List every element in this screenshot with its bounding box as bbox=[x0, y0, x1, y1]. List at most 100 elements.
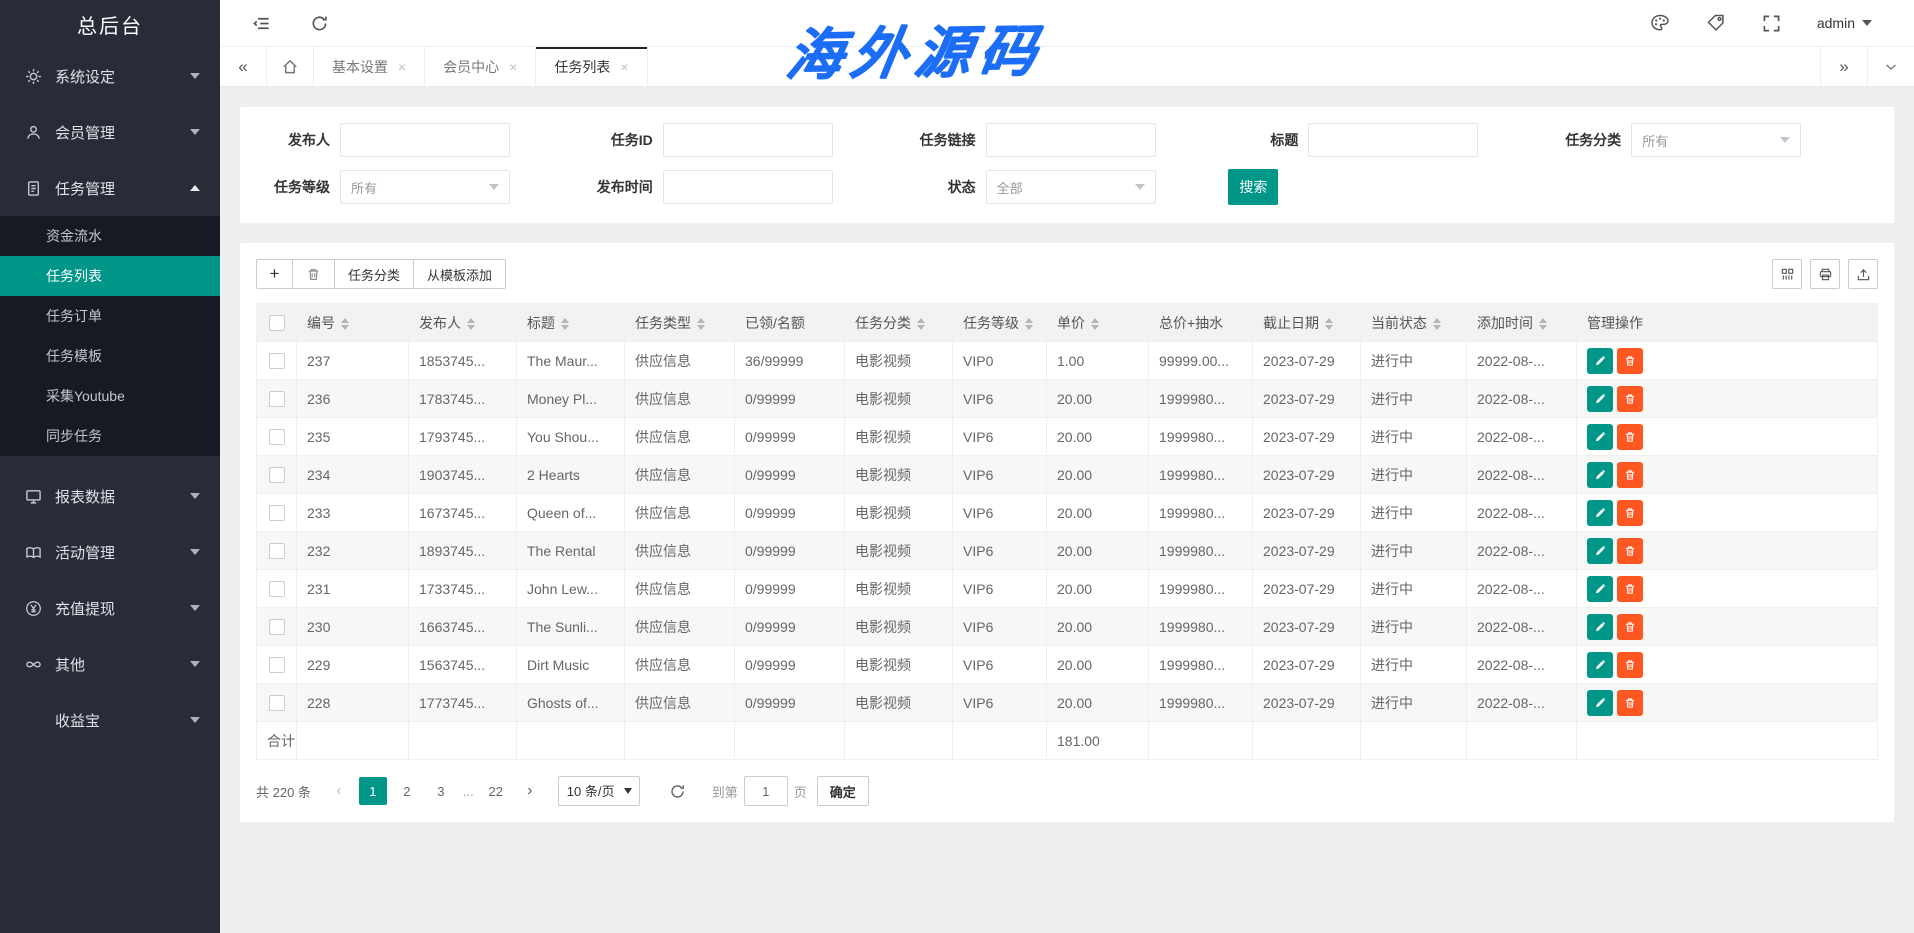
theme-palette-icon[interactable] bbox=[1649, 12, 1671, 34]
sort-icon[interactable] bbox=[341, 318, 349, 330]
collapse-menu-icon[interactable] bbox=[250, 12, 272, 34]
sidebar-item-task-management[interactable]: 任务管理 bbox=[0, 160, 220, 216]
col-deadline[interactable]: 截止日期 bbox=[1253, 304, 1361, 342]
fullscreen-icon[interactable] bbox=[1761, 12, 1783, 34]
sort-icon[interactable] bbox=[1091, 318, 1099, 330]
refresh-icon[interactable] bbox=[308, 12, 330, 34]
sidebar-item-other[interactable]: 其他 bbox=[0, 636, 220, 692]
delete-button[interactable] bbox=[1617, 500, 1643, 526]
next-page-button[interactable]: › bbox=[516, 777, 544, 805]
sidebar-item-shouyibao[interactable]: 收益宝 bbox=[0, 692, 220, 748]
row-checkbox[interactable] bbox=[269, 543, 285, 559]
col-type[interactable]: 任务类型 bbox=[625, 304, 735, 342]
edit-button[interactable] bbox=[1587, 348, 1613, 374]
sidebar-subitem-sync-tasks[interactable]: 同步任务 bbox=[0, 416, 220, 456]
prev-page-button[interactable]: ‹ bbox=[325, 777, 353, 805]
delete-button[interactable] bbox=[1617, 576, 1643, 602]
sort-icon[interactable] bbox=[1539, 318, 1547, 330]
page-button-2[interactable]: 2 bbox=[393, 777, 421, 805]
close-icon[interactable]: × bbox=[620, 59, 628, 75]
sidebar-item-recharge-withdraw[interactable]: 充值提现 bbox=[0, 580, 220, 636]
sort-icon[interactable] bbox=[917, 318, 925, 330]
status-select[interactable]: 全部 bbox=[986, 170, 1156, 204]
tab-task-list[interactable]: 任务列表 × bbox=[536, 47, 647, 86]
col-status[interactable]: 当前状态 bbox=[1361, 304, 1467, 342]
sidebar-item-member-management[interactable]: 会员管理 bbox=[0, 104, 220, 160]
sort-icon[interactable] bbox=[1025, 318, 1033, 330]
delete-button[interactable] bbox=[1617, 652, 1643, 678]
col-price[interactable]: 单价 bbox=[1047, 304, 1149, 342]
delete-button[interactable] bbox=[1617, 348, 1643, 374]
delete-button[interactable] bbox=[1617, 614, 1643, 640]
search-button[interactable]: 搜索 bbox=[1228, 169, 1278, 205]
tab-member-center[interactable]: 会员中心 × bbox=[425, 47, 536, 86]
delete-button[interactable] bbox=[1617, 538, 1643, 564]
sort-icon[interactable] bbox=[467, 318, 475, 330]
tabs-scroll-right-button[interactable]: » bbox=[1820, 47, 1867, 86]
delete-button[interactable] bbox=[1617, 462, 1643, 488]
row-checkbox[interactable] bbox=[269, 391, 285, 407]
task-category-select[interactable]: 所有 bbox=[1631, 123, 1801, 157]
delete-button[interactable] bbox=[1617, 690, 1643, 716]
col-category[interactable]: 任务分类 bbox=[845, 304, 953, 342]
row-checkbox[interactable] bbox=[269, 467, 285, 483]
edit-button[interactable] bbox=[1587, 462, 1613, 488]
close-icon[interactable]: × bbox=[398, 59, 406, 75]
edit-button[interactable] bbox=[1587, 614, 1613, 640]
sidebar-item-report-data[interactable]: 报表数据 bbox=[0, 468, 220, 524]
print-icon[interactable] bbox=[1810, 259, 1840, 289]
sidebar-subitem-task-list[interactable]: 任务列表 bbox=[0, 256, 220, 296]
edit-button[interactable] bbox=[1587, 386, 1613, 412]
goto-page-input[interactable] bbox=[744, 776, 788, 806]
publisher-input[interactable] bbox=[340, 123, 510, 157]
delete-button[interactable] bbox=[1617, 424, 1643, 450]
col-publisher[interactable]: 发布人 bbox=[409, 304, 517, 342]
sort-icon[interactable] bbox=[1433, 318, 1441, 330]
home-tab-button[interactable] bbox=[267, 47, 314, 86]
edit-button[interactable] bbox=[1587, 576, 1613, 602]
tabs-scroll-left-button[interactable]: « bbox=[220, 47, 267, 86]
row-checkbox[interactable] bbox=[269, 695, 285, 711]
sidebar-item-activity-management[interactable]: 活动管理 bbox=[0, 524, 220, 580]
page-size-select[interactable]: 10 条/页 bbox=[558, 776, 640, 806]
col-level[interactable]: 任务等级 bbox=[953, 304, 1047, 342]
tag-icon[interactable] bbox=[1705, 12, 1727, 34]
edit-button[interactable] bbox=[1587, 690, 1613, 716]
task-level-select[interactable]: 所有 bbox=[340, 170, 510, 204]
row-checkbox[interactable] bbox=[269, 353, 285, 369]
add-task-button[interactable]: + bbox=[256, 259, 293, 289]
sidebar-subitem-task-templates[interactable]: 任务模板 bbox=[0, 336, 220, 376]
edit-button[interactable] bbox=[1587, 538, 1613, 564]
sort-icon[interactable] bbox=[561, 318, 569, 330]
user-menu[interactable]: admin bbox=[1817, 15, 1872, 31]
col-title[interactable]: 标题 bbox=[517, 304, 625, 342]
sort-icon[interactable] bbox=[697, 318, 705, 330]
goto-confirm-button[interactable]: 确定 bbox=[817, 776, 869, 806]
col-id[interactable]: 编号 bbox=[297, 304, 409, 342]
close-icon[interactable]: × bbox=[509, 59, 517, 75]
delete-selected-button[interactable] bbox=[293, 259, 335, 289]
title-input[interactable] bbox=[1308, 123, 1478, 157]
row-checkbox[interactable] bbox=[269, 657, 285, 673]
publish-time-input[interactable] bbox=[663, 170, 833, 204]
task-category-button[interactable]: 任务分类 bbox=[335, 259, 414, 289]
columns-toggle-icon[interactable] bbox=[1772, 259, 1802, 289]
tab-basic-settings[interactable]: 基本设置 × bbox=[314, 47, 425, 86]
task-id-input[interactable] bbox=[663, 123, 833, 157]
col-added[interactable]: 添加时间 bbox=[1467, 304, 1577, 342]
page-button-1[interactable]: 1 bbox=[359, 777, 387, 805]
sidebar-item-system-settings[interactable]: 系统设定 bbox=[0, 48, 220, 104]
row-checkbox[interactable] bbox=[269, 619, 285, 635]
edit-button[interactable] bbox=[1587, 500, 1613, 526]
sidebar-subitem-funds-flow[interactable]: 资金流水 bbox=[0, 216, 220, 256]
row-checkbox[interactable] bbox=[269, 581, 285, 597]
task-link-input[interactable] bbox=[986, 123, 1156, 157]
delete-button[interactable] bbox=[1617, 386, 1643, 412]
edit-button[interactable] bbox=[1587, 424, 1613, 450]
select-all-checkbox[interactable] bbox=[269, 315, 285, 331]
page-button-22[interactable]: 22 bbox=[482, 777, 510, 805]
add-from-template-button[interactable]: 从模板添加 bbox=[414, 259, 506, 289]
tabs-more-button[interactable] bbox=[1867, 47, 1914, 86]
sidebar-subitem-task-orders[interactable]: 任务订单 bbox=[0, 296, 220, 336]
edit-button[interactable] bbox=[1587, 652, 1613, 678]
